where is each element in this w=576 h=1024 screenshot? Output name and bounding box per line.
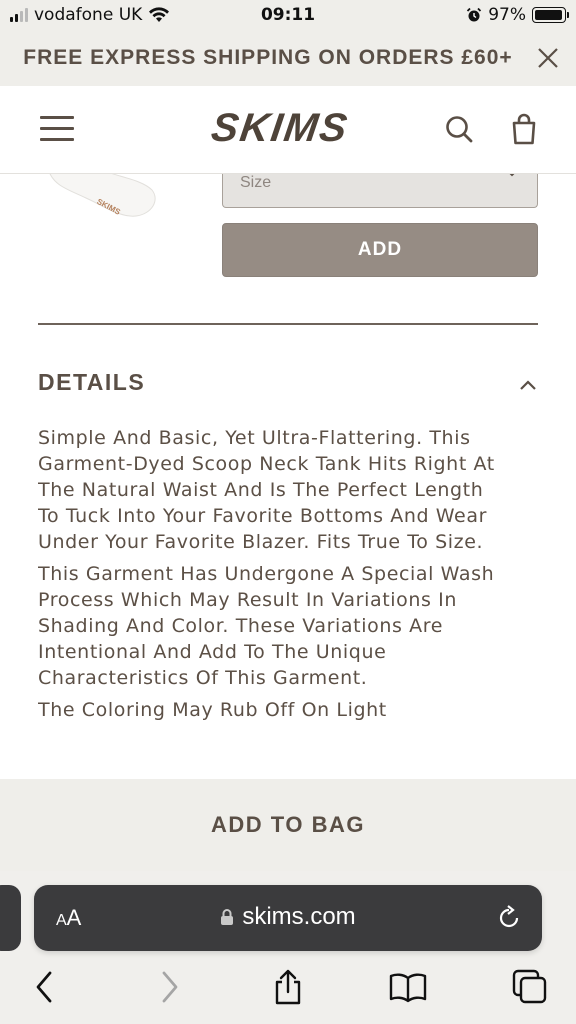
section-divider [38, 323, 538, 325]
alarm-icon [467, 7, 482, 22]
address-bar[interactable]: AA skims.com [34, 885, 542, 951]
battery-icon [532, 7, 569, 23]
share-icon[interactable] [268, 967, 308, 1007]
brand-logo[interactable]: SKIMS [197, 104, 364, 152]
details-description: Simple And Basic, Yet Ultra-Flattering. … [38, 425, 508, 777]
url-display[interactable]: skims.com [34, 903, 542, 931]
browser-toolbar [0, 967, 576, 1015]
promo-banner: FREE EXPRESS SHIPPING ON ORDERS £60+ [0, 32, 576, 86]
details-paragraph: This Garment Has Undergone A Special Was… [38, 563, 495, 689]
details-paragraph: Simple And Basic, Yet Ultra-Flattering. … [38, 427, 495, 553]
back-icon[interactable] [24, 967, 64, 1007]
battery-percent: 97% [488, 5, 526, 25]
details-heading[interactable]: DETAILS [38, 369, 145, 396]
details-paragraph: The Coloring May Rub Off On Light [38, 699, 387, 721]
size-select[interactable]: Size [222, 168, 538, 208]
product-thumbnail[interactable]: SKIMS [40, 168, 160, 228]
size-placeholder: Size [240, 174, 272, 191]
search-icon[interactable] [444, 113, 474, 145]
add-to-bag-button[interactable]: ADD TO BAG [0, 779, 576, 871]
shopping-bag-icon[interactable] [509, 113, 539, 145]
forward-icon[interactable] [150, 967, 190, 1007]
status-right: 97% [466, 5, 569, 25]
browser-chrome: AA skims.com [0, 871, 576, 1024]
menu-icon[interactable] [40, 116, 74, 142]
status-bar: vodafone UK 09:11 97% [0, 0, 576, 32]
url-text: skims.com [242, 903, 356, 930]
chevron-up-icon[interactable] [518, 378, 538, 392]
site-header: SKIMS [0, 86, 576, 174]
close-icon[interactable] [536, 46, 560, 70]
reload-icon[interactable] [496, 904, 522, 932]
bookmarks-icon[interactable] [388, 967, 428, 1007]
lock-icon [221, 909, 234, 925]
add-button[interactable]: ADD [222, 223, 538, 277]
tabs-icon[interactable] [510, 967, 550, 1007]
promo-text: FREE EXPRESS SHIPPING ON ORDERS £60+ [23, 46, 513, 69]
previous-tab-peek[interactable] [0, 885, 21, 951]
add-to-bag-label: ADD TO BAG [211, 812, 365, 837]
